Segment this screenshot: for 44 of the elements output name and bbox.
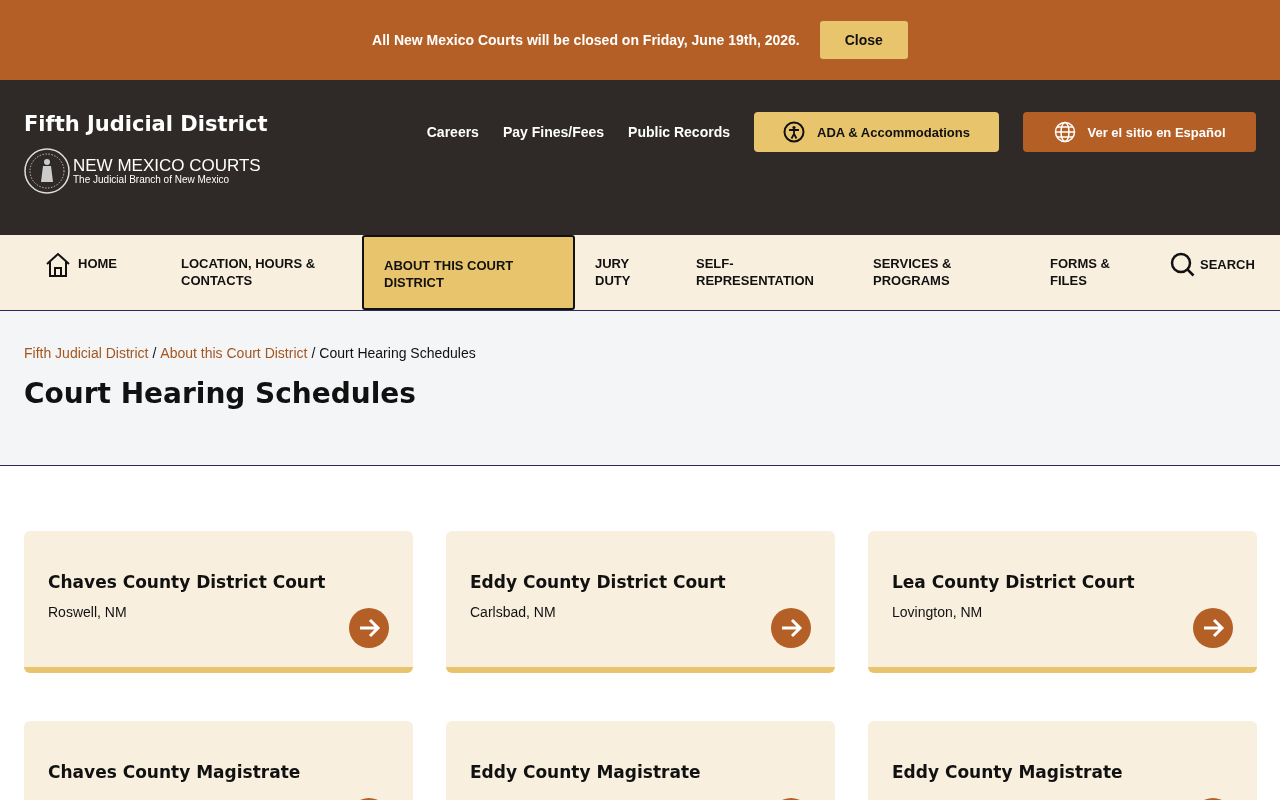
card-location: Roswell, NM — [48, 604, 128, 620]
header-link[interactable]: Public Records — [628, 124, 730, 140]
home-icon — [44, 251, 72, 279]
card-title: Eddy County Magistrate — [892, 761, 1124, 784]
accessibility-icon — [783, 121, 806, 143]
page-title: Court Hearing Schedules — [24, 377, 418, 410]
breadcrumb-current: Court Hearing Schedules — [319, 345, 476, 361]
court-card[interactable]: Chaves County District Court Roswell, NM — [24, 531, 413, 673]
court-card[interactable]: Eddy County Magistrate — [868, 721, 1257, 800]
breadcrumb-separator: / — [311, 345, 316, 361]
logo-title: NEW MEXICO COURTS — [73, 157, 261, 174]
nav-item[interactable]: FORMS & FILES — [1030, 235, 1150, 310]
site-title[interactable]: Fifth Judicial District — [24, 112, 268, 136]
logo-subtitle: The Judicial Branch of New Mexico — [73, 174, 231, 185]
breadcrumb-link[interactable]: Fifth Judicial District — [24, 345, 149, 361]
nav-item[interactable]: LOCATION, HOURS & CONTACTS — [161, 235, 362, 310]
alert-message: All New Mexico Courts will be closed on Friday, June 19th, 2026. — [372, 32, 800, 48]
card-title: Eddy County District Court — [470, 571, 727, 594]
ada-button[interactable]: ADA & Accommodations — [754, 112, 999, 152]
header-link[interactable]: Careers — [426, 124, 479, 140]
court-card[interactable]: Lea County District Court Lovington, NM — [868, 531, 1257, 673]
close-button[interactable]: Close — [819, 21, 908, 59]
card-title: Chaves County District Court — [48, 571, 327, 594]
breadcrumb-link[interactable]: About this Court District — [160, 345, 308, 361]
nav-item[interactable]: JURY DUTY — [575, 235, 676, 310]
nav-item[interactable]: SERVICES & PROGRAMS — [853, 235, 1030, 310]
nav-item[interactable]: SELF-REPRESENTATION — [676, 235, 853, 310]
nav-item[interactable]: HOME — [44, 235, 161, 310]
language-button[interactable]: Ver el sitio en Español — [1023, 112, 1256, 152]
globe-icon — [1053, 121, 1076, 143]
card-location: Carlsbad, NM — [470, 604, 557, 620]
seal-icon — [24, 148, 70, 194]
nav-item[interactable]: SEARCH — [1150, 235, 1275, 310]
header-link[interactable]: Pay Fines/Fees — [502, 124, 605, 140]
court-card[interactable]: Eddy County District Court Carlsbad, NM — [446, 531, 835, 673]
card-title: Chaves County Magistrate — [48, 761, 302, 784]
card-title: Eddy County Magistrate — [470, 761, 702, 784]
card-title: Lea County District Court — [892, 571, 1136, 594]
nav-item[interactable]: ABOUT THIS COURT DISTRICT — [362, 235, 575, 310]
court-card[interactable]: Eddy County Magistrate — [446, 721, 835, 800]
breadcrumb-separator: / — [152, 345, 157, 361]
search-icon — [1170, 252, 1196, 278]
card-location: Lovington, NM — [892, 604, 984, 620]
court-card[interactable]: Chaves County Magistrate — [24, 721, 413, 800]
